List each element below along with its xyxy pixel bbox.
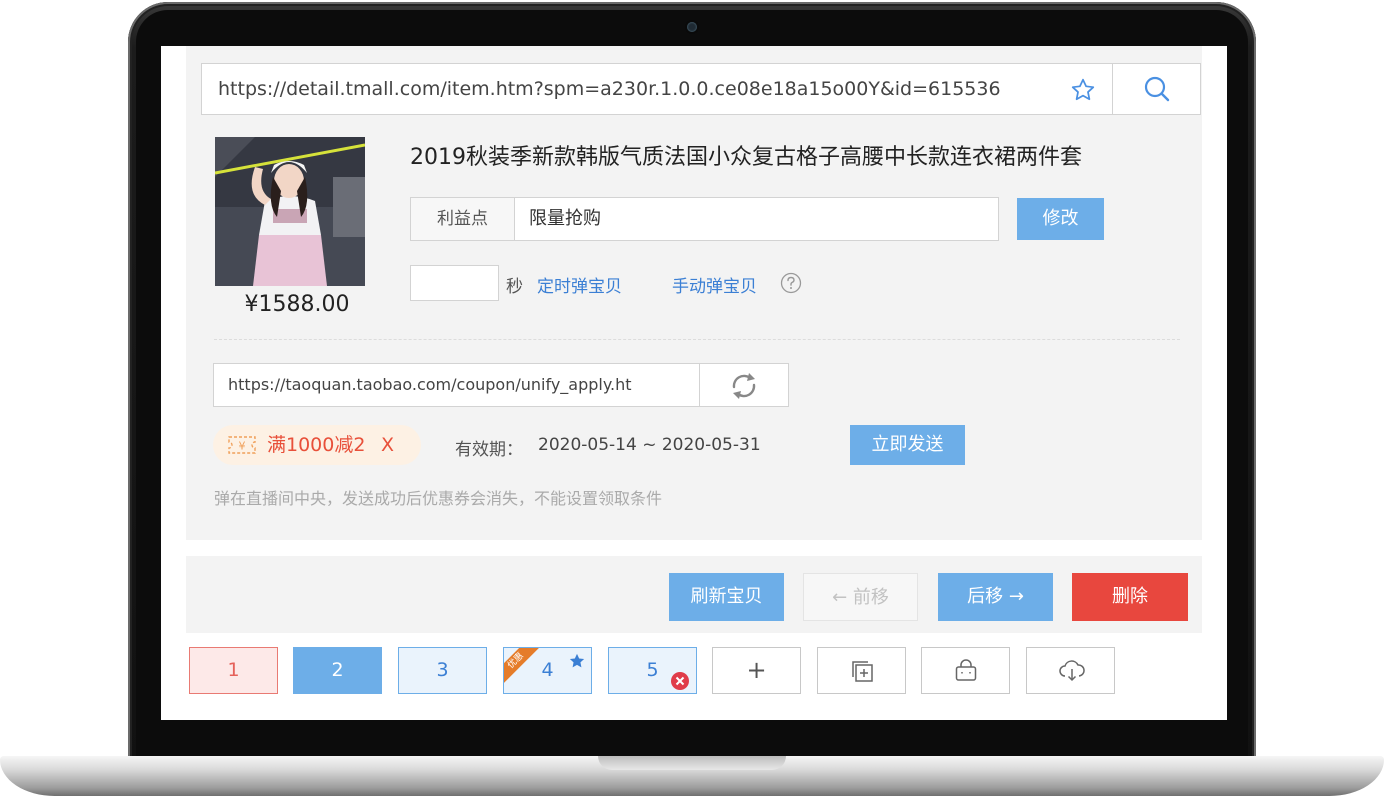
benefit-field[interactable]: 利益点 限量抢购	[410, 197, 999, 241]
product-price: ¥1588.00	[244, 292, 350, 317]
seconds-input[interactable]	[410, 265, 499, 301]
product-image	[215, 137, 365, 286]
send-now-button[interactable]: 立即发送	[850, 425, 965, 465]
move-backward-button[interactable]: 后移 →	[938, 573, 1053, 621]
refresh-product-button[interactable]: 刷新宝贝	[669, 573, 784, 621]
cloud-download-icon	[1059, 660, 1085, 682]
cloud-download-tab-button[interactable]	[1026, 647, 1115, 694]
laptop-notch	[598, 756, 786, 770]
coupon-hint: 弹在直播间中央，发送成功后优惠券会消失，不能设置领取条件	[214, 489, 663, 508]
edit-button[interactable]: 修改	[1017, 198, 1104, 240]
coupon-tag: ¥ 满1000减2 X	[213, 425, 421, 465]
coupon-ticket-symbol: ¥	[239, 440, 246, 453]
seconds-unit-label: 秒	[506, 277, 523, 297]
url-input[interactable]: https://detail.tmall.com/item.htm?spm=a2…	[218, 64, 1058, 114]
product-panel: https://detail.tmall.com/item.htm?spm=a2…	[186, 46, 1202, 540]
tab-2[interactable]: 2	[293, 647, 382, 694]
refresh-icon	[732, 373, 756, 399]
discount-ribbon: 优惠	[504, 648, 544, 689]
timed-pop-link[interactable]: 定时弹宝贝	[537, 272, 622, 297]
delete-button[interactable]: 删除	[1072, 573, 1188, 621]
camera-icon	[687, 22, 697, 32]
benefit-label: 利益点	[411, 198, 515, 240]
bag-icon	[955, 659, 977, 681]
benefit-input[interactable]: 限量抢购	[529, 198, 601, 240]
bag-tab-button[interactable]	[921, 647, 1010, 694]
help-icon[interactable]	[780, 272, 802, 294]
tab-3[interactable]: 3	[398, 647, 487, 694]
product-title: 2019秋装季新款韩版气质法国小众复古格子高腰中长款连衣裙两件套	[410, 145, 1082, 170]
tab-4-label: 4	[541, 659, 554, 681]
star-icon	[569, 653, 585, 668]
add-tab-button[interactable]: +	[712, 647, 801, 694]
search-button[interactable]	[1112, 64, 1200, 114]
valid-period-label: 有效期：	[455, 440, 523, 460]
tab-1[interactable]: 1	[189, 647, 278, 694]
coupon-url-field[interactable]: https://taoquan.taobao.com/coupon/unify_…	[213, 363, 789, 407]
duplicate-icon	[852, 661, 873, 682]
coupon-ticket-icon: ¥	[228, 436, 256, 454]
tab-4[interactable]: 优惠 4	[503, 647, 592, 694]
star-icon[interactable]	[1070, 77, 1096, 103]
coupon-tag-text: 满1000减2	[267, 434, 366, 456]
move-forward-button[interactable]: ← 前移	[803, 573, 918, 621]
manual-pop-link[interactable]: 手动弹宝贝	[672, 272, 757, 297]
coupon-refresh-button[interactable]	[699, 364, 788, 406]
app-screen: https://detail.tmall.com/item.htm?spm=a2…	[161, 46, 1227, 720]
section-divider	[214, 339, 1180, 340]
coupon-url-input[interactable]: https://taoquan.taobao.com/coupon/unify_…	[228, 364, 698, 406]
url-bar[interactable]: https://detail.tmall.com/item.htm?spm=a2…	[201, 63, 1201, 115]
close-icon[interactable]	[670, 671, 690, 691]
search-icon	[1144, 76, 1170, 102]
valid-period-value: 2020-05-14 ~ 2020-05-31	[538, 435, 761, 455]
tab-5-label: 5	[646, 659, 659, 681]
action-bar: 刷新宝贝 ← 前移 后移 → 删除	[186, 556, 1202, 633]
coupon-remove-button[interactable]: X	[381, 425, 394, 465]
tab-5[interactable]: 5	[608, 647, 697, 694]
duplicate-tab-button[interactable]	[817, 647, 906, 694]
